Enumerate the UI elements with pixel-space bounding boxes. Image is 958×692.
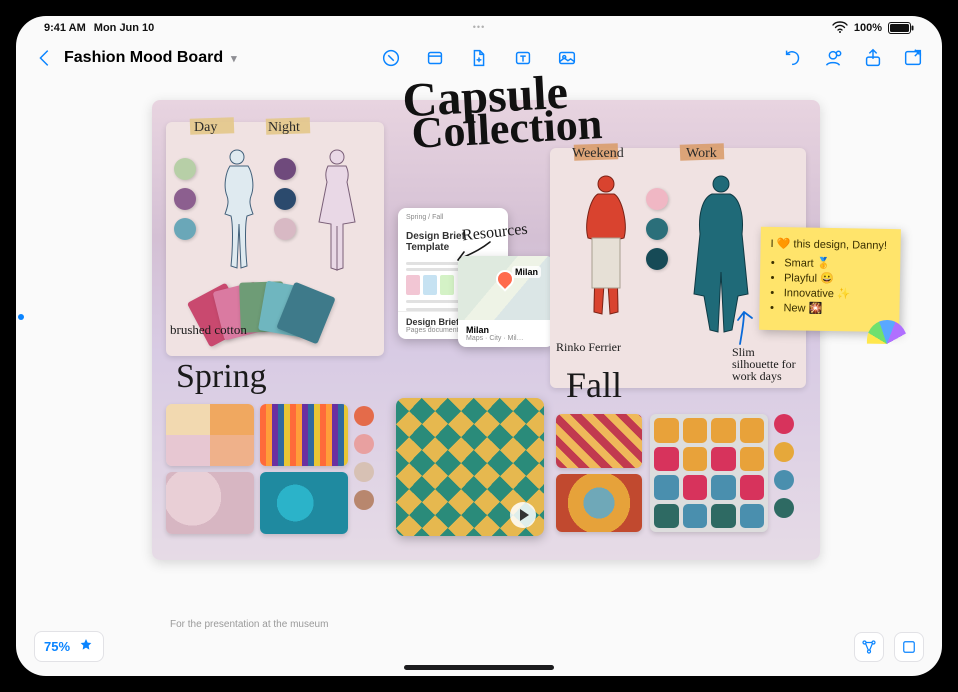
zoom-value: 75% [44, 639, 70, 654]
map-pin-label: Milan [512, 266, 541, 278]
new-board-button[interactable] [902, 47, 924, 69]
sticky-heading: I 🧡 this design, Danny! [771, 237, 891, 252]
share-button[interactable] [862, 47, 884, 69]
spring-panel[interactable]: Day Night [166, 122, 384, 356]
color-swatch[interactable] [274, 218, 296, 240]
photo-tile[interactable] [260, 472, 348, 534]
color-swatch[interactable] [174, 218, 196, 240]
palette-dots[interactable] [774, 414, 794, 518]
photo-tile[interactable] [166, 404, 254, 466]
palette-dots[interactable] [354, 406, 374, 510]
photo-tile[interactable] [166, 472, 254, 534]
silhouette-note: Slim silhouette for work days [732, 346, 802, 382]
pattern-video-tile[interactable] [396, 398, 544, 536]
board-caption[interactable]: For the presentation at the museum [170, 619, 328, 630]
play-icon[interactable] [510, 502, 536, 528]
board-title-menu[interactable]: Fashion Mood Board ▾ [64, 49, 237, 67]
mood-board[interactable]: Capsule Collection Day Night [152, 100, 820, 560]
tape-text-night: Night [268, 120, 300, 136]
status-time: 9:41 AM [44, 22, 86, 34]
color-grid-tile[interactable] [650, 414, 768, 532]
bottom-toolbar: 75% [34, 631, 924, 662]
back-button[interactable] [34, 47, 56, 69]
milan-map-card[interactable]: Milan Milan Maps · City · Mil… [458, 256, 554, 347]
color-swatch[interactable] [274, 188, 296, 210]
sticky-list: Smart 🥇 Playful 😀 Innovative ✨ New 🎇 [769, 256, 890, 316]
tape-text-day: Day [194, 120, 217, 136]
color-swatch[interactable] [646, 218, 668, 240]
color-swatch[interactable] [174, 188, 196, 210]
fabric-label: brushed cotton [170, 322, 247, 338]
fashion-sketch-weekend[interactable] [570, 170, 632, 310]
home-indicator[interactable] [404, 665, 554, 670]
fall-label[interactable]: Fall [566, 364, 622, 406]
fashion-sketch-night[interactable] [306, 144, 368, 284]
undo-button[interactable] [782, 47, 804, 69]
tape-text-weekend: Weekend [572, 146, 624, 162]
multitask-dots[interactable]: ••• [473, 22, 485, 32]
fashion-sketch-work[interactable] [682, 170, 744, 310]
map-thumbnail: Milan [458, 256, 554, 320]
fabric-swatches[interactable] [196, 282, 336, 352]
designer-signature: Rinko Ferrier [556, 340, 621, 355]
collaborate-button[interactable] [822, 47, 844, 69]
pen-tool-button[interactable] [380, 47, 402, 69]
navigator-button[interactable] [854, 632, 884, 662]
freeform-canvas[interactable]: Capsule Collection Day Night [16, 78, 942, 676]
color-swatch[interactable] [646, 248, 668, 270]
board-heading[interactable]: Capsule Collection [369, 72, 603, 154]
fashion-sketch-day[interactable] [206, 144, 268, 284]
color-swatch[interactable] [174, 158, 196, 180]
photo-tile[interactable] [556, 414, 642, 468]
photo-tile[interactable] [556, 474, 642, 532]
map-foot-title: Milan [466, 325, 546, 335]
chevron-down-icon: ▾ [231, 52, 237, 65]
map-foot-sub: Maps · City · Mil… [466, 335, 546, 342]
photo-tile[interactable] [260, 404, 348, 466]
sticky-note-button[interactable] [424, 47, 446, 69]
battery-icon [888, 22, 914, 34]
sticky-note[interactable]: I 🧡 this design, Danny! Smart 🥇 Playful … [759, 227, 901, 332]
status-date: Mon Jun 10 [94, 22, 155, 34]
arrow-annotation [726, 308, 756, 348]
wifi-icon [832, 21, 848, 36]
color-swatch[interactable] [274, 158, 296, 180]
spring-label[interactable]: Spring [176, 358, 267, 396]
battery-percent: 100% [854, 22, 882, 34]
favorite-icon[interactable] [78, 637, 94, 656]
text-box-button[interactable] [512, 47, 534, 69]
color-swatch[interactable] [646, 188, 668, 210]
zoom-control[interactable]: 75% [34, 631, 104, 662]
minimap-button[interactable] [894, 632, 924, 662]
doc-eyebrow: Spring / Fall [398, 208, 508, 225]
board-title: Fashion Mood Board [64, 49, 223, 67]
rainbow-sticker[interactable] [867, 320, 907, 345]
insert-file-button[interactable] [468, 47, 490, 69]
tape-text-work: Work [686, 146, 717, 162]
